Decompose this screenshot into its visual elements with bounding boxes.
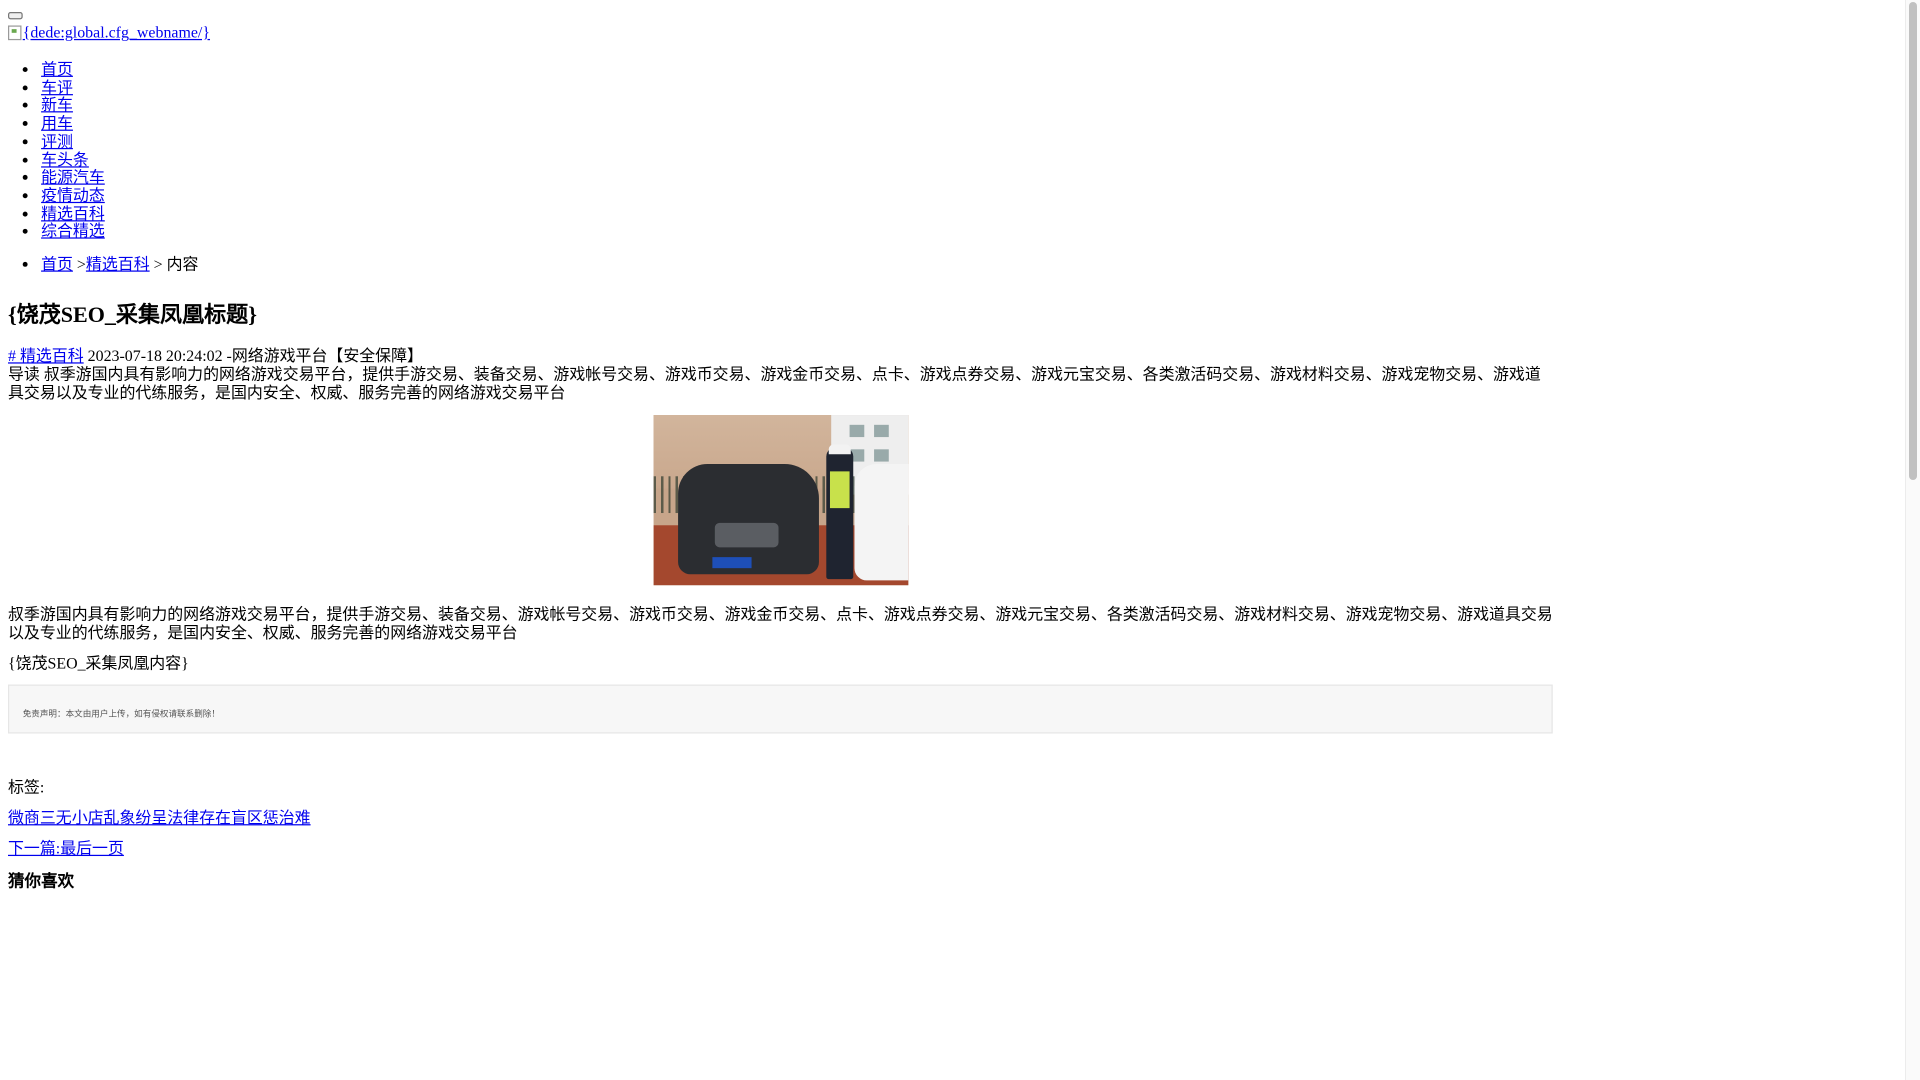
logo-alt-text: {dede:global.cfg_webname/} [22,23,211,42]
menu-toggle-button[interactable] [8,12,23,20]
related-article-link[interactable]: 微商三无小店乱象纷呈法律存在盲区惩治难 [8,808,311,826]
related-article: 微商三无小店乱象纷呈法律存在盲区惩治难 [8,808,1920,826]
site-logo-link[interactable]: {dede:global.cfg_webname/} [8,22,210,44]
article-body: 叔季游国内具有影响力的网络游戏交易平台，提供手游交易、装备交易、游戏帐号交易、游… [8,604,1553,642]
nav-item-home: 首页 [41,60,1920,79]
nav-link-reviews[interactable]: 车评 [41,78,73,96]
nav-item-tests: 评测 [41,132,1920,151]
article-figure [8,415,1554,591]
nav-link-epidemic[interactable]: 疫情动态 [41,186,105,204]
nav-item-epidemic: 疫情动态 [41,186,1920,205]
next-article: 下一篇:最后一页 [8,839,1920,857]
nav-item-headlines: 车头条 [41,150,1920,169]
scrollbar-thumb[interactable] [1909,2,1917,480]
page-content: {dede:global.cfg_webname/} 首页 车评 新车 用车 评… [8,12,1920,892]
nav-link-tests[interactable]: 评测 [41,132,73,150]
nav-item-energy-cars: 能源汽车 [41,168,1920,187]
nav-item-selected: 综合精选 [41,222,1920,241]
main-nav: 首页 车评 新车 用车 评测 车头条 能源汽车 疫情动态 精选百科 综合精选 [8,60,1920,241]
article-date-source: 2023-07-18 20:24:02 -网络游戏平台【安全保障】 [83,346,423,365]
vertical-scrollbar[interactable] [1905,0,1920,1080]
nav-link-new-cars[interactable]: 新车 [41,96,73,114]
nav-item-encyclopedia: 精选百科 [41,204,1920,223]
article-photo [653,415,909,586]
nav-link-energy-cars[interactable]: 能源汽车 [41,168,105,186]
breadcrumb-category-link[interactable]: 精选百科 [86,255,150,273]
article-category-tag-link[interactable]: # 精选百科 [8,346,84,364]
nav-item-car-use: 用车 [41,114,1920,133]
breadcrumb-current: > 内容 [149,254,199,273]
article-content-placeholder: {饶茂SEO_采集凤凰内容} [8,653,189,673]
nav-link-home[interactable]: 首页 [41,60,73,78]
broken-image-icon [8,25,22,41]
article-lead: 导读 叔季游国内具有影响力的网络游戏交易平台，提供手游交易、装备交易、游戏帐号交… [8,364,1541,402]
nav-item-new-cars: 新车 [41,96,1920,115]
disclaimer-box: 免责声明：本文由用户上传，如有侵权请联系删除！ [8,684,1553,734]
nav-link-selected[interactable]: 综合精选 [41,222,105,240]
nav-link-car-use[interactable]: 用车 [41,114,73,132]
breadcrumb-separator: > [72,254,86,273]
disclaimer-text: 免责声明：本文由用户上传，如有侵权请联系删除！ [22,709,220,719]
breadcrumb-item: 首页 >精选百科 > 内容 [41,255,1920,275]
nav-item-reviews: 车评 [41,78,1920,97]
guess-you-like-heading: 猜你喜欢 [8,871,75,891]
tags-label: 标签: [8,777,45,797]
breadcrumb: 首页 >精选百科 > 内容 [8,255,1920,275]
article-title: {饶茂SEO_采集凤凰标题} [8,302,257,327]
article-meta: # 精选百科 2023-07-18 20:24:02 -网络游戏平台【安全保障】 [8,346,1920,364]
next-article-link[interactable]: 下一篇:最后一页 [8,839,124,857]
breadcrumb-home-link[interactable]: 首页 [41,255,73,273]
nav-link-headlines[interactable]: 车头条 [41,150,89,168]
nav-link-encyclopedia[interactable]: 精选百科 [41,204,105,222]
